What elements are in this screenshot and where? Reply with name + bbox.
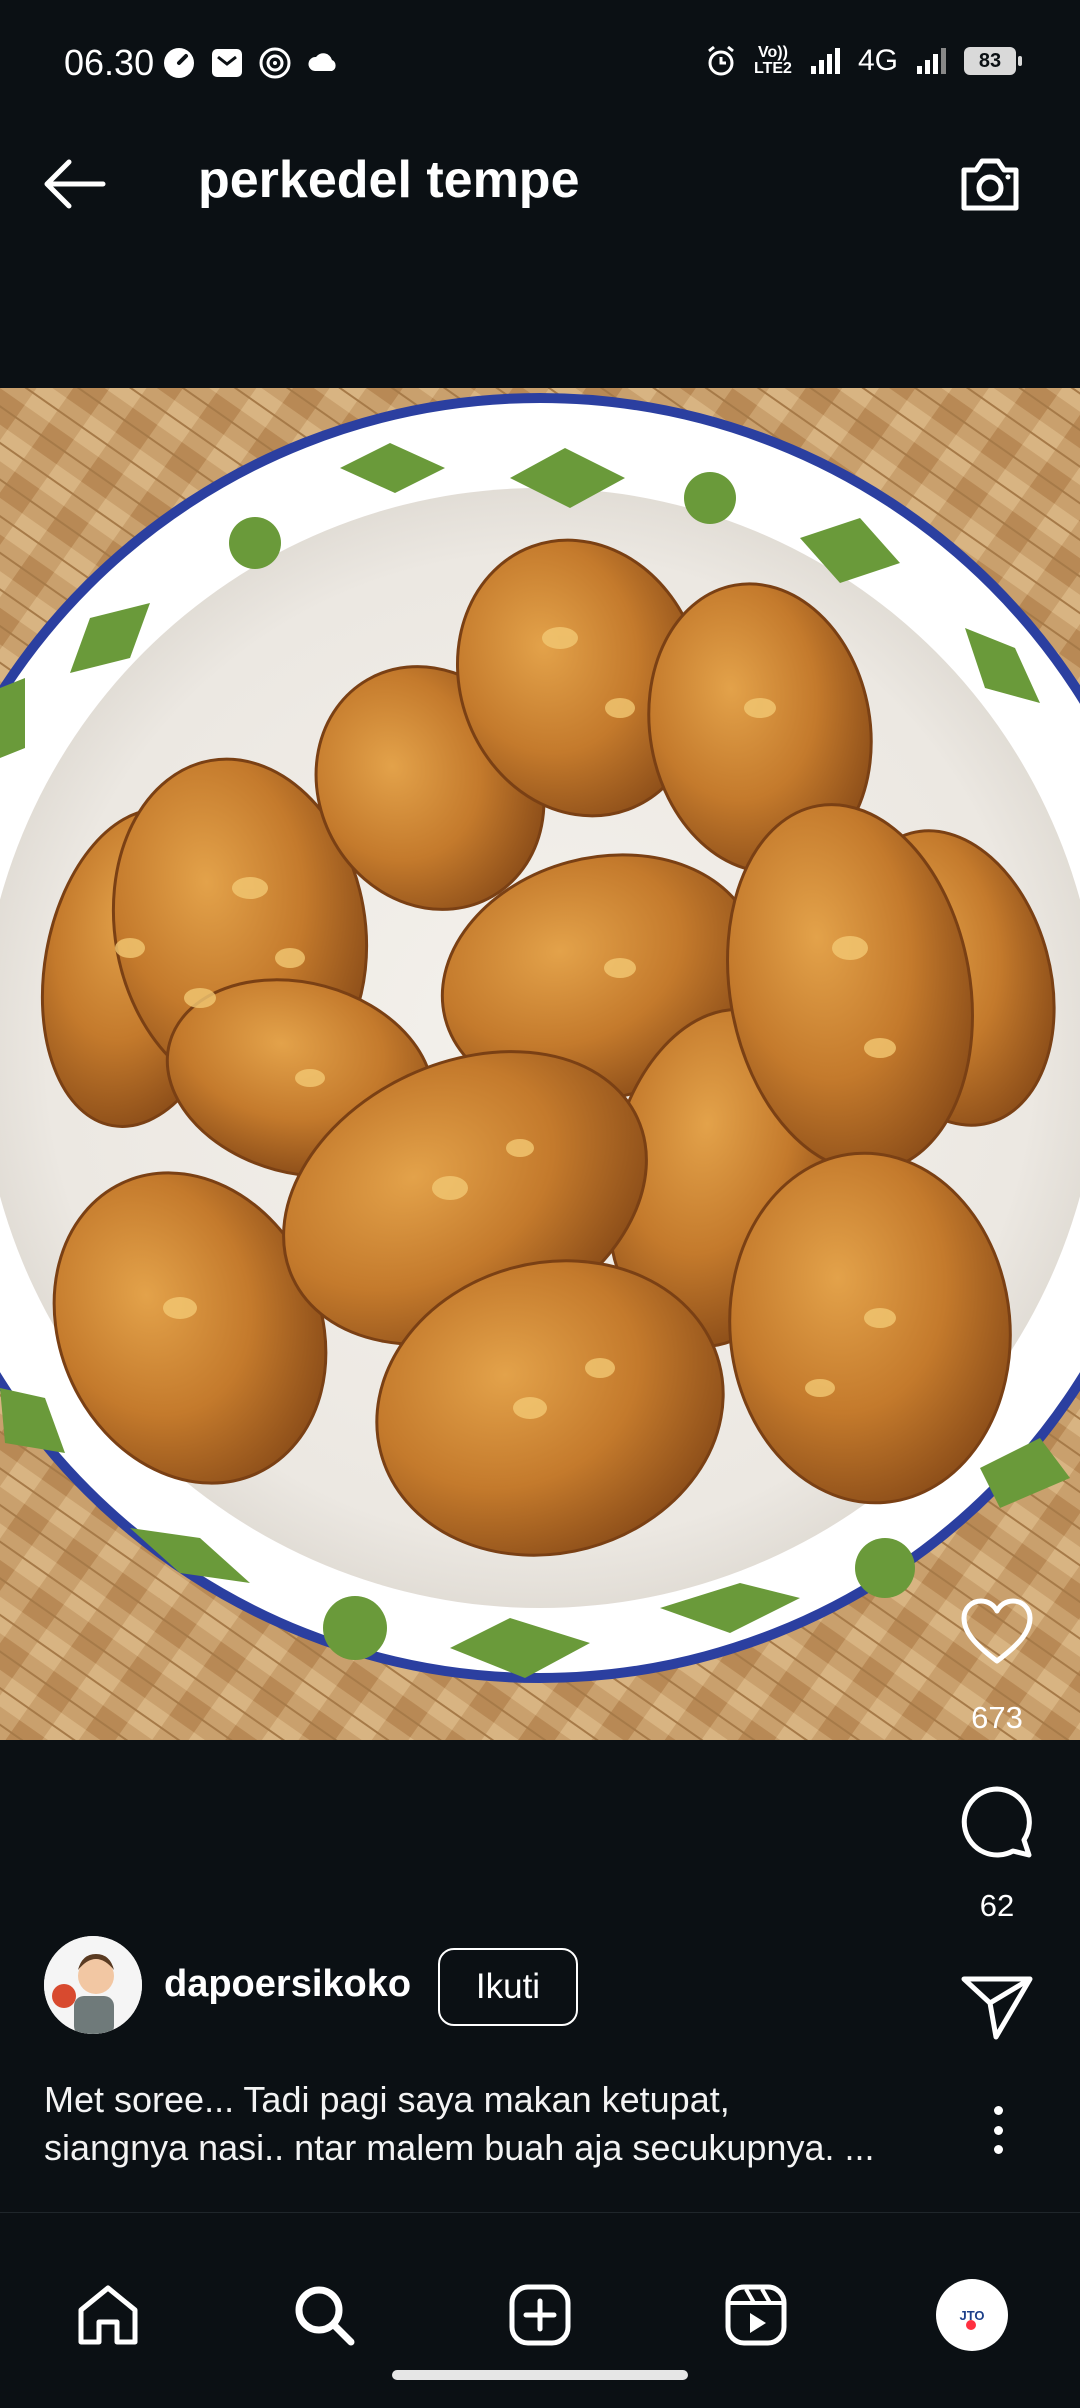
- signal-icon-2: [917, 48, 946, 74]
- status-system-icons: Vo)) LTE2 4G 83: [704, 44, 1022, 78]
- create-icon: [509, 2284, 571, 2346]
- camera-icon: [961, 158, 1019, 211]
- speed-icon: [164, 48, 194, 78]
- nav-reels[interactable]: [716, 2275, 796, 2355]
- caption-line-1: Met soree... Tadi pagi saya makan ketupa…: [44, 2079, 730, 2120]
- alarm-icon: [708, 45, 734, 76]
- home-indicator[interactable]: [392, 2370, 688, 2380]
- more-dot: [993, 2125, 1003, 2135]
- arrow-left-icon: [44, 159, 106, 209]
- avatar-image: [44, 1936, 142, 2034]
- lte-label: Vo)) LTE2: [754, 44, 792, 77]
- nav-create[interactable]: [500, 2275, 580, 2355]
- heart-icon: [961, 1598, 1033, 1664]
- more-dot: [993, 2145, 1003, 2154]
- status-bar: 06.30 Vo)) LTE2 4G 83: [0, 0, 1080, 100]
- send-icon: [961, 1976, 1033, 2040]
- reels-icon: [725, 2284, 787, 2346]
- home-icon: [78, 2285, 138, 2345]
- network-type: 4G: [857, 44, 898, 77]
- nav-search[interactable]: [284, 2275, 364, 2355]
- author-avatar[interactable]: [44, 1936, 142, 2034]
- comment-count: 62: [979, 1888, 1015, 1923]
- post-photo[interactable]: [0, 388, 1080, 1740]
- post-caption[interactable]: Met soree... Tadi pagi saya makan ketupa…: [44, 2076, 944, 2172]
- status-time: 06.30: [64, 42, 155, 83]
- mail-icon: [212, 49, 242, 77]
- follow-button[interactable]: Ikuti: [438, 1948, 578, 2026]
- page-title: perkedel tempe: [198, 151, 580, 209]
- like-button[interactable]: [955, 1590, 1039, 1674]
- camera-button[interactable]: [952, 146, 1028, 222]
- nav-profile[interactable]: JTO: [932, 2275, 1012, 2355]
- caption-line-2: siangnya nasi.. ntar malem buah aja secu…: [44, 2127, 875, 2168]
- food-photo-illustration: [0, 388, 1080, 1740]
- battery-indicator: 83: [964, 47, 1022, 75]
- target-icon: [259, 47, 291, 79]
- share-button[interactable]: [955, 1966, 1039, 2050]
- more-dot: [993, 2106, 1003, 2115]
- notification-dot: [966, 2320, 976, 2330]
- cloud-icon: [308, 53, 336, 71]
- signal-icon: [810, 48, 840, 74]
- status-notification-icons: [162, 46, 340, 80]
- nav-home[interactable]: [68, 2275, 148, 2355]
- back-button[interactable]: [38, 148, 110, 220]
- author-username[interactable]: dapoersikoko: [164, 1963, 411, 2006]
- search-icon: [295, 2286, 355, 2346]
- comment-button[interactable]: [955, 1780, 1039, 1864]
- more-options-button[interactable]: [980, 2100, 1016, 2160]
- profile-avatar: JTO: [936, 2279, 1008, 2351]
- comment-icon: [961, 1786, 1032, 1858]
- like-count: 673: [971, 1700, 1023, 1735]
